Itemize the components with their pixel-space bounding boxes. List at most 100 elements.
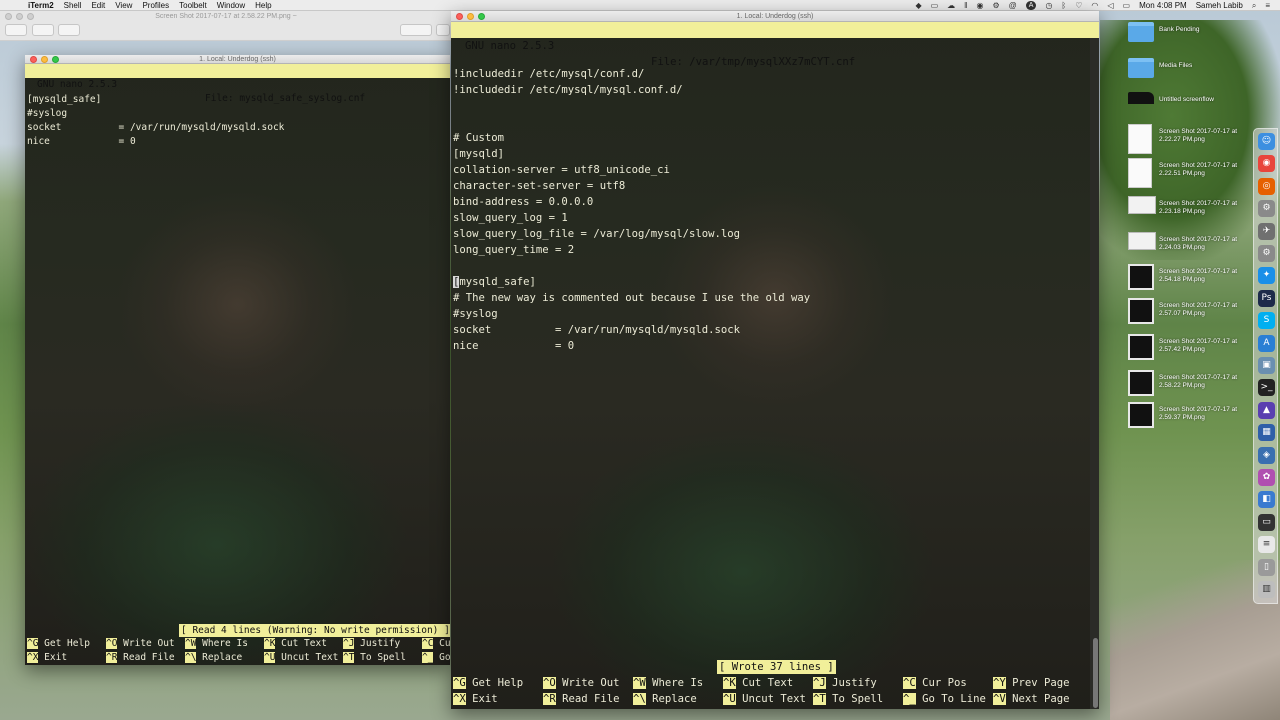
sidebar-toggle-button[interactable] [5, 24, 27, 36]
editor-line[interactable]: [mysqld] [453, 148, 504, 160]
shortcut-item[interactable]: ^_ Go To Line [903, 693, 986, 705]
editor-line[interactable]: nice = 0 [453, 340, 574, 352]
safari-icon[interactable]: ✦ [1258, 267, 1275, 285]
settings-icon[interactable]: ⚙ [1258, 245, 1275, 262]
firefox-icon[interactable]: ◎ [1258, 177, 1275, 195]
editor-line[interactable]: !includedir /etc/mysql/conf.d/ [453, 68, 644, 80]
editor-line[interactable]: slow_query_log_file = /var/log/mysql/slo… [453, 228, 740, 240]
shortcut-item[interactable]: ^K Cut Text [723, 677, 793, 689]
vpn-icon[interactable]: ▲ [1258, 401, 1275, 419]
menu-toolbelt[interactable]: Toolbelt [179, 0, 207, 11]
monitor-icon[interactable]: ▭ [1258, 513, 1275, 531]
finder-icon[interactable]: ☺ [1258, 133, 1275, 150]
search-button[interactable] [436, 24, 450, 36]
zoom-button[interactable] [52, 56, 59, 63]
battery-icon[interactable]: ▭ [1123, 0, 1131, 11]
menu-view[interactable]: View [115, 0, 132, 11]
document-icon[interactable]: ≡ [1258, 536, 1275, 554]
editor-line[interactable]: #syslog [453, 308, 498, 320]
terminal-right-screen[interactable]: GNU nano 2.5.3 File: /var/tmp/mysqlXXz7m… [451, 22, 1099, 709]
editor-line[interactable]: !includedir /etc/mysql/mysql.conf.d/ [453, 84, 683, 96]
shortcut-item[interactable]: ^\ Replace [633, 693, 697, 705]
editor-line[interactable]: character-set-server = utf8 [453, 180, 625, 192]
badge-icon[interactable]: A [1025, 1, 1037, 10]
box-icon[interactable]: ◧ [1258, 491, 1275, 509]
editor-line[interactable]: socket = /var/run/mysqld/mysqld.sock [453, 324, 740, 336]
launchpad-icon[interactable]: ✈ [1258, 222, 1275, 240]
terminal-scrollbar[interactable] [1090, 38, 1099, 709]
terminal-window-right[interactable]: 1. Local: Underdog (ssh) GNU nano 2.5.3 … [451, 11, 1099, 709]
menu-window[interactable]: Window [217, 0, 245, 11]
shortcut-item[interactable]: ^G Get Help [27, 638, 90, 649]
editor-line[interactable]: [mysqld_safe] [453, 276, 536, 288]
trash-icon[interactable]: ▥ [1258, 581, 1275, 598]
skype-icon[interactable]: S [1258, 312, 1275, 330]
close-button[interactable] [456, 13, 463, 20]
shortcut-item[interactable]: ^T To Spell [813, 693, 883, 705]
shortcut-item[interactable]: ^T To Spell [343, 652, 406, 663]
shortcut-item[interactable]: ^W Where Is [633, 677, 703, 689]
gear-icon[interactable]: ⚙ [992, 0, 999, 11]
terminal-icon[interactable]: >_ [1258, 379, 1275, 397]
shortcut-item[interactable]: ^G Get Help [453, 677, 523, 689]
close-button[interactable] [30, 56, 37, 63]
zoom-out-button[interactable] [32, 24, 54, 36]
menu-help[interactable]: Help [255, 0, 271, 11]
shortcut-item[interactable]: ^V Next Page [993, 693, 1070, 705]
shortcut-item[interactable]: ^Y Prev Page [993, 677, 1070, 689]
terminal-window-left[interactable]: 1. Local: Underdog (ssh) GNU nano 2.5.3 … [25, 55, 450, 665]
preview-icon[interactable]: ▣ [1258, 357, 1275, 374]
minimize-button[interactable] [41, 56, 48, 63]
dropbox-icon[interactable]: ◆ [915, 0, 921, 11]
menu-app-name[interactable]: iTerm2 [28, 0, 54, 11]
editor-line[interactable]: socket = /var/run/mysqld/mysqld.sock [27, 122, 284, 133]
editor-line[interactable]: # The new way is commented out because I… [453, 292, 810, 304]
editor-line[interactable]: # Custom [453, 132, 504, 144]
network-icon[interactable]: ◈ [1258, 446, 1275, 464]
shortcut-item[interactable]: ^C Cur Pos [903, 677, 967, 689]
menu-shell[interactable]: Shell [64, 0, 82, 11]
editor-line[interactable]: [mysqld_safe] [27, 94, 101, 105]
pause-icon[interactable]: ‖ [964, 0, 967, 11]
zoom-in-button[interactable] [58, 24, 80, 36]
editor-line[interactable]: collation-server = utf8_unicode_ci [453, 164, 670, 176]
cloud-icon[interactable]: ☁ [947, 0, 955, 11]
at-icon[interactable]: @ [1009, 0, 1017, 11]
heart-icon[interactable]: ♡ [1075, 0, 1082, 11]
terminal-right-titlebar[interactable]: 1. Local: Underdog (ssh) [451, 11, 1099, 22]
time-machine-icon[interactable]: ◷ [1045, 0, 1052, 11]
device-icon[interactable]: ▯ [1258, 558, 1275, 576]
shortcut-item[interactable]: ^X Exit [453, 693, 498, 705]
menu-profiles[interactable]: Profiles [142, 0, 169, 11]
markup-button[interactable] [400, 24, 432, 36]
flower-icon[interactable]: ✿ [1258, 469, 1275, 486]
shortcut-item[interactable]: ^C Cur [422, 638, 450, 649]
spotlight-icon[interactable]: ⌕ [1252, 0, 1256, 11]
terminal-left-screen[interactable]: GNU nano 2.5.3 File: mysqld_safe_syslog.… [25, 64, 450, 665]
shortcut-item[interactable]: ^R Read File [543, 693, 620, 705]
menu-edit[interactable]: Edit [91, 0, 105, 11]
user-name[interactable]: Sameh Labib [1196, 0, 1243, 11]
clock[interactable]: Mon 4:08 PM [1139, 0, 1187, 11]
terminal-left-titlebar[interactable]: 1. Local: Underdog (ssh) [25, 55, 450, 64]
shortcut-item[interactable]: ^J Justify [343, 638, 400, 649]
screen-icon[interactable]: ▭ [931, 0, 939, 11]
shortcut-item[interactable]: ^J Justify [813, 677, 877, 689]
editor-line[interactable]: slow_query_log = 1 [453, 212, 568, 224]
scrollbar-thumb[interactable] [1093, 638, 1098, 708]
shortcut-item[interactable]: ^W Where Is [185, 638, 248, 649]
virtualbox-icon[interactable]: ▦ [1258, 424, 1275, 442]
automator-icon[interactable]: ⚙ [1258, 200, 1275, 218]
editor-line[interactable]: bind-address = 0.0.0.0 [453, 196, 593, 208]
shortcut-item[interactable]: ^O Write Out [543, 677, 620, 689]
shortcut-item[interactable]: ^_ Go [422, 652, 450, 663]
shortcut-item[interactable]: ^K Cut Text [264, 638, 327, 649]
record-icon[interactable]: ◉ [976, 0, 983, 11]
zoom-button[interactable] [478, 13, 485, 20]
xcode-icon[interactable]: A [1258, 334, 1275, 352]
editor-line[interactable]: nice = 0 [27, 136, 136, 147]
notification-center-icon[interactable]: ≡ [1265, 0, 1270, 11]
shortcut-item[interactable]: ^U Uncut Text [723, 693, 806, 705]
bluetooth-icon[interactable]: ᛒ [1061, 0, 1066, 11]
minimize-button[interactable] [467, 13, 474, 20]
